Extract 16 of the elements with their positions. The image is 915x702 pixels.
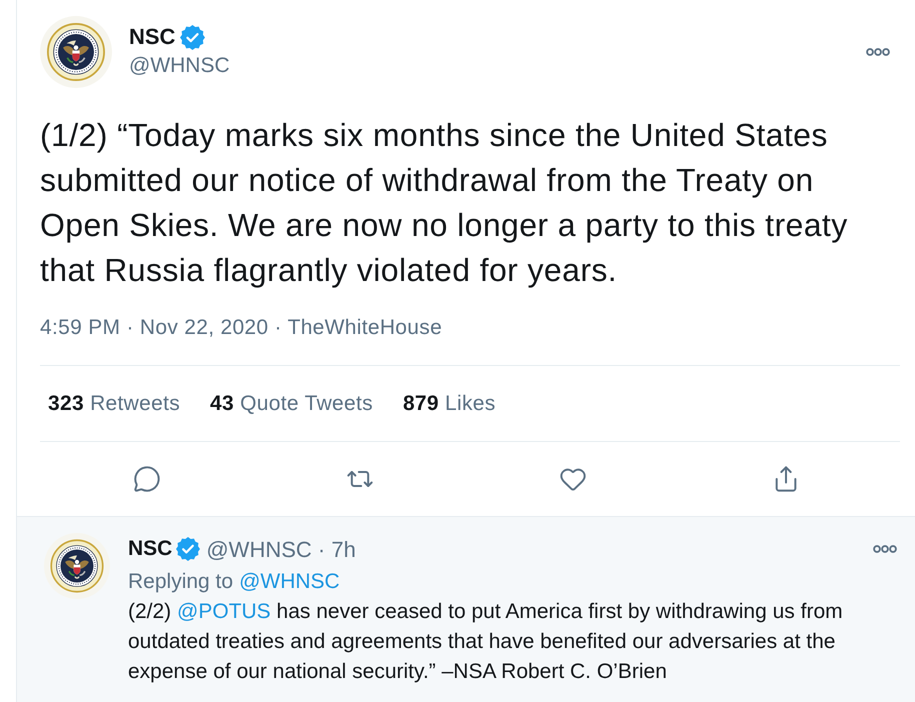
seal-avatar-icon[interactable] — [44, 533, 110, 599]
author-handle[interactable]: @WHNSC — [129, 52, 230, 80]
author-name[interactable]: NSC — [128, 533, 172, 565]
speech-bubble-icon — [132, 465, 161, 493]
seal-avatar-icon[interactable] — [40, 16, 112, 88]
reply-text: (2/2) @POTUS has never ceased to put America first by withdrawing us from outdated treaties and agreements that have benefited our adversaries at the expense of our national security.” –NSA Robert C. O’Brien — [128, 599, 844, 685]
replying-to-label: Replying to — [128, 569, 234, 595]
more-icon[interactable] — [866, 48, 890, 56]
author-handle-time[interactable]: @WHNSC · 7h — [206, 532, 356, 566]
stat-link[interactable]: 879 Likes — [402, 388, 496, 420]
tweet-timestamp[interactable]: 4:59 PM · Nov 22, 2020 · TheWhiteHouse — [40, 314, 900, 342]
tweet-text: (1/2) “Today marks six months since the United States submitted our notice of withdrawal from the Treaty on Open Skies. We are now no longer a party to this treaty that Russia flagrantly violated for years. — [40, 116, 849, 290]
author-name[interactable]: NSC — [129, 22, 176, 52]
stat-link[interactable]: 323 Retweets — [48, 388, 180, 420]
stat-link[interactable]: 43 Quote Tweets — [210, 388, 373, 420]
more-icon[interactable] — [873, 545, 897, 553]
